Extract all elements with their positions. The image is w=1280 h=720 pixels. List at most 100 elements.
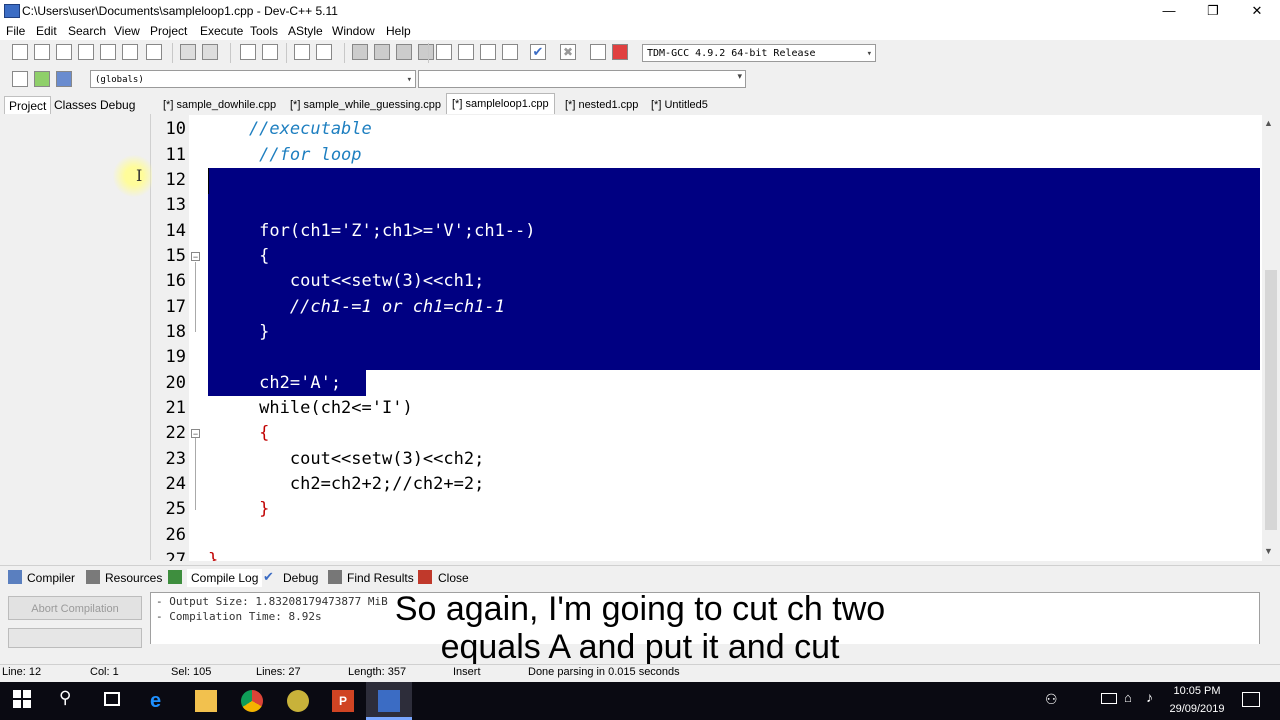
code-line: { <box>208 246 270 266</box>
scope-select[interactable]: (globals) ▾ <box>90 70 416 88</box>
chevron-down-icon: ▾ <box>406 75 412 85</box>
stop-icon[interactable]: ✖ <box>560 44 576 60</box>
network-icon[interactable]: ⌂ <box>1124 690 1132 705</box>
menu-edit[interactable]: Edit <box>36 24 57 38</box>
class-browser-icon[interactable] <box>12 71 28 87</box>
file-tab-sampleloop1[interactable]: [*] sampleloop1.cpp <box>446 93 555 114</box>
windows-start-icon[interactable] <box>13 690 31 708</box>
tab-debug-left[interactable]: Debug <box>96 96 139 114</box>
fold-toggle-icon[interactable]: − <box>191 252 200 262</box>
volume-icon[interactable]: ♪ <box>1146 689 1153 705</box>
scroll-down-icon[interactable]: ▼ <box>1264 546 1273 556</box>
tiles-icon[interactable] <box>502 44 518 60</box>
fold-guide <box>195 262 196 332</box>
unindent-icon[interactable] <box>202 44 218 60</box>
tab-compiler[interactable]: Compiler <box>27 569 75 587</box>
tab-close[interactable]: Close <box>438 569 469 587</box>
tab-find-results[interactable]: Find Results <box>347 569 414 587</box>
insert-icon[interactable] <box>34 71 50 87</box>
toolbar-separator <box>286 43 287 63</box>
notifications-icon[interactable] <box>1242 692 1260 707</box>
tab-compile-log[interactable]: Compile Log <box>187 569 263 587</box>
check-icon[interactable]: ✔ <box>530 44 546 60</box>
resources-icon <box>86 570 100 584</box>
line-number: 24 <box>165 474 186 494</box>
print-icon[interactable] <box>122 44 138 60</box>
chart-icon[interactable] <box>590 44 606 60</box>
replace-icon[interactable] <box>262 44 278 60</box>
open-file-icon[interactable] <box>34 44 50 60</box>
save-icon[interactable] <box>56 44 72 60</box>
line-number: 22 <box>165 423 186 443</box>
app-icon[interactable] <box>287 690 309 712</box>
window-icon[interactable] <box>458 44 474 60</box>
undo-icon[interactable] <box>146 44 162 60</box>
people-icon[interactable]: ⚇ <box>1045 691 1058 708</box>
menu-window[interactable]: Window <box>332 24 375 38</box>
chrome-icon[interactable] <box>241 690 263 712</box>
video-caption-line-1: So again, I'm going to cut ch two <box>394 590 886 628</box>
code-line: } <box>208 499 270 519</box>
edge-icon[interactable]: e <box>150 690 172 712</box>
menu-search[interactable]: Search <box>68 24 106 38</box>
save-all-icon[interactable] <box>78 44 94 60</box>
code-line: for(ch1='Z';ch1>='V';ch1--) <box>208 221 536 241</box>
menu-tools[interactable]: Tools <box>250 24 278 38</box>
powerpoint-icon[interactable]: P <box>332 690 354 712</box>
back-icon[interactable] <box>352 44 368 60</box>
code-line: } <box>208 322 270 342</box>
line-number: 14 <box>165 221 186 241</box>
menu-file[interactable]: File <box>6 24 25 38</box>
minimize-button[interactable]: — <box>1146 0 1192 22</box>
file-tab-untitled5[interactable]: [*] Untitled5 <box>646 95 713 115</box>
line-number: 20 <box>165 373 186 393</box>
menu-view[interactable]: View <box>114 24 140 38</box>
fold-toggle-icon[interactable]: − <box>191 429 200 439</box>
find-icon[interactable] <box>240 44 256 60</box>
compile-log-icon <box>168 570 182 584</box>
code-line: cout<<setw(3)<<ch2; <box>208 449 485 469</box>
indent-icon[interactable] <box>180 44 196 60</box>
toggle-comment-icon[interactable] <box>396 44 412 60</box>
battery-icon[interactable] <box>1101 693 1117 704</box>
code-line: //for loop <box>208 145 362 165</box>
tab-project[interactable]: Project <box>4 96 52 115</box>
file-tab-nested1[interactable]: [*] nested1.cpp <box>560 95 643 115</box>
tab-resources[interactable]: Resources <box>105 569 162 587</box>
bookmark-icon[interactable] <box>316 44 332 60</box>
members-select[interactable]: ▾ <box>418 70 746 88</box>
file-explorer-icon[interactable] <box>195 690 217 712</box>
code-line: { <box>208 423 270 443</box>
menu-astyle[interactable]: AStyle <box>288 24 323 38</box>
goto-line-icon[interactable] <box>294 44 310 60</box>
menu-help[interactable]: Help <box>386 24 411 38</box>
forward-icon[interactable] <box>374 44 390 60</box>
uncomment-icon[interactable] <box>418 44 434 60</box>
compiler-select[interactable]: TDM-GCC 4.9.2 64-bit Release ▾ <box>642 44 876 62</box>
tab-classes[interactable]: Classes <box>50 96 101 114</box>
menu-project[interactable]: Project <box>150 24 187 38</box>
task-view-icon[interactable] <box>104 692 120 706</box>
tab-debug-bottom[interactable]: Debug <box>283 569 318 587</box>
new-file-icon[interactable] <box>12 44 28 60</box>
toggle-bookmark-icon[interactable] <box>56 71 72 87</box>
clock-time[interactable]: 10:05 PM <box>1160 685 1234 697</box>
search-icon[interactable]: ⚲ <box>59 688 71 708</box>
scrollbar-thumb[interactable] <box>1265 270 1277 530</box>
code-line: cout<<setw(3)<<ch1; <box>208 271 485 291</box>
close-file-icon[interactable] <box>100 44 116 60</box>
status-mode: Insert <box>453 666 481 678</box>
clock-date[interactable]: 29/09/2019 <box>1160 703 1234 715</box>
file-tab-sample-dowhile[interactable]: [*] sample_dowhile.cpp <box>158 95 281 115</box>
restore-button[interactable]: ❐ <box>1190 0 1236 22</box>
debug-check-icon: ✔ <box>263 569 274 584</box>
close-window-button[interactable]: ✕ <box>1234 0 1280 22</box>
video-caption-line-2: equals A and put it and cut <box>440 628 840 666</box>
file-tab-sample-while-guessing[interactable]: [*] sample_while_guessing.cpp <box>285 95 446 115</box>
scroll-up-icon[interactable]: ▲ <box>1264 118 1273 128</box>
toolbar-separator <box>172 43 173 63</box>
menu-execute[interactable]: Execute <box>200 24 243 38</box>
layout-icon[interactable] <box>480 44 496 60</box>
grid-icon[interactable] <box>436 44 452 60</box>
profile-icon[interactable] <box>612 44 628 60</box>
